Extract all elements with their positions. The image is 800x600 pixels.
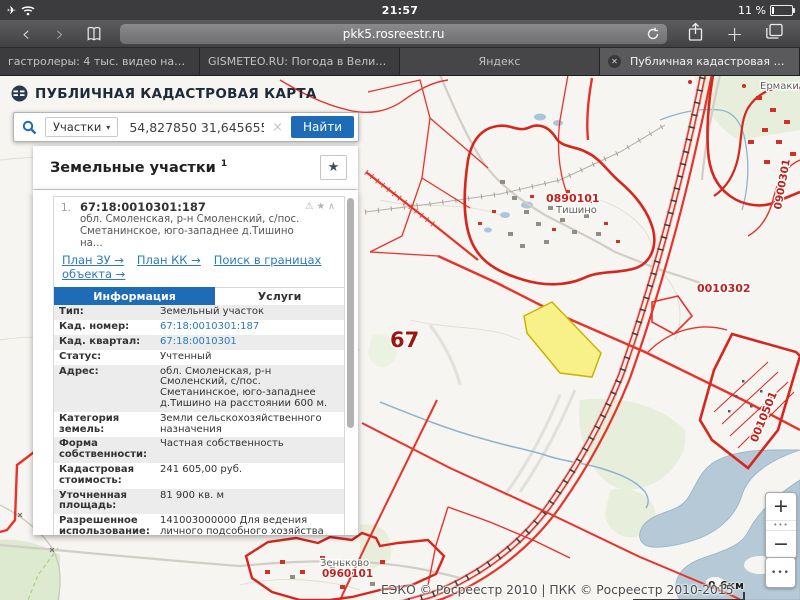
card-action-icons: ⚠★∧ <box>305 201 338 250</box>
tab-gismeteo[interactable]: GISMETEO.RU: Погода в Велиже н... <box>200 48 400 75</box>
back-button[interactable]: ‹ <box>16 22 36 46</box>
table-row: Тип:Земельный участок <box>54 305 344 320</box>
table-row: Форма собственности:Частная собственност… <box>54 437 344 463</box>
table-row: Статус:Учтенный <box>54 350 344 365</box>
zoom-out-button[interactable]: − <box>766 531 796 558</box>
page-content: 67 0890101 Тишино 0010302 0900301 001050… <box>0 75 800 600</box>
panel-title: Земельные участки 1 <box>50 159 320 176</box>
toolbar-right: + <box>687 22 784 46</box>
result-count: 1 <box>221 159 227 169</box>
tab-information[interactable]: Информация <box>54 287 215 305</box>
status-right: 11 % <box>738 0 793 20</box>
ellipsis-icon: ••• <box>771 568 790 578</box>
result-index: 1. <box>61 201 80 250</box>
table-row: Кадастровая стоимость:241 605,00 руб. <box>54 463 344 489</box>
plan-zu-link[interactable]: План ЗУ → <box>62 253 124 267</box>
battery-icon <box>770 5 793 16</box>
cad-quarter-link[interactable]: 67:18:0010301 <box>160 337 339 348</box>
warning-icon[interactable]: ⚠ <box>305 201 317 212</box>
attributes-table: Тип:Земельный участок Кад. номер:67:18:0… <box>54 305 344 535</box>
tab-yandex[interactable]: Яндекс <box>400 48 600 75</box>
results-panel: 1. 67:18:0010301:187 обл. Смоленская, р-… <box>33 190 358 535</box>
table-row: Уточненная площадь:81 900 кв. м <box>54 489 344 515</box>
detail-tabs: Информация Услуги <box>54 287 344 305</box>
parcel-address-line1: обл. Смоленская, р-н Смоленский, с/пос. <box>80 214 305 226</box>
url-bar[interactable]: pkk5.rosreestr.ru <box>120 24 667 44</box>
map-zoom-control: + ••• − <box>765 492 797 559</box>
table-row: Кад. квартал:67:18:0010301 <box>54 335 344 350</box>
quarter-label-0960101: 0960101 <box>322 568 373 580</box>
parcel-card-header: 1. 67:18:0010301:187 обл. Смоленская, р-… <box>54 197 344 251</box>
site-title: ПУБЛИЧНАЯ КАДАСТРОВАЯ КАРТА <box>35 86 317 102</box>
results-panel-header: Земельные участки 1 ★ <box>33 146 358 189</box>
parcel-card: 1. 67:18:0010301:187 обл. Смоленская, р-… <box>53 196 345 535</box>
site-header: ПУБЛИЧНАЯ КАДАСТРОВАЯ КАРТА <box>11 85 317 102</box>
clock: 21:57 <box>0 4 800 17</box>
url-text: pkk5.rosreestr.ru <box>343 27 445 41</box>
tab-services[interactable]: Услуги <box>215 287 344 305</box>
rosreestr-logo-icon <box>11 85 28 102</box>
tabs-overview-icon[interactable] <box>765 23 784 44</box>
table-row: Кад. номер:67:18:0010301:187 <box>54 320 344 335</box>
search-icon <box>22 120 37 135</box>
cadastral-number: 67:18:0010301:187 <box>80 201 305 214</box>
village-label-tishino: Тишино <box>555 205 597 216</box>
plan-kk-link[interactable]: План КК → <box>137 253 201 267</box>
ipad-screen: ✈ 21:57 11 % ‹ › pkk5.rosreestr.ru <box>0 0 800 600</box>
new-tab-button[interactable]: + <box>726 24 743 44</box>
favorite-button[interactable]: ★ <box>320 155 347 180</box>
quarter-label-0890101: 0890101 <box>546 192 600 205</box>
map-more-button[interactable]: ••• <box>765 557 796 588</box>
tab-cadastral-map[interactable]: ✕ Публичная кадастровая карта <box>600 48 800 75</box>
table-row: Категория земель:Земли сельскохозяйствен… <box>54 412 344 438</box>
find-button[interactable]: Найти <box>291 116 354 138</box>
collapse-icon[interactable]: ∧ <box>328 201 338 212</box>
cad-number-link[interactable]: 67:18:0010301:187 <box>160 322 339 333</box>
search-bar: Участки ▾ 54,827850 31,645655 × Найти <box>13 112 359 142</box>
clear-search-icon[interactable]: × <box>272 120 283 135</box>
reload-icon[interactable] <box>646 27 660 41</box>
share-icon[interactable] <box>687 22 704 46</box>
panel-scrollbar[interactable] <box>347 198 354 428</box>
star-small-icon[interactable]: ★ <box>317 201 329 212</box>
region-code-label: 67 <box>390 328 419 352</box>
parcel-address-line2: Сметанинское, юго-западнее д.Тишино на..… <box>80 226 305 250</box>
battery-percent: 11 % <box>738 4 766 17</box>
search-input[interactable]: 54,827850 31,645655 <box>118 120 264 135</box>
tab-gastrolery[interactable]: гастролеры: 4 тыс. видео найдено... <box>0 48 200 75</box>
zoom-in-button[interactable]: + <box>766 493 796 520</box>
zoom-dots-icon: ••• <box>766 520 796 531</box>
star-icon: ★ <box>328 160 340 175</box>
chevron-down-icon: ▾ <box>106 123 110 132</box>
close-tab-icon[interactable]: ✕ <box>608 55 621 68</box>
quarter-label-0010302: 0010302 <box>697 282 751 295</box>
bookmarks-icon[interactable] <box>86 26 102 42</box>
browser-toolbar: ‹ › pkk5.rosreestr.ru + <box>0 20 800 48</box>
table-row: Разрешенное использование:141003000000 Д… <box>54 514 344 535</box>
status-bar: ✈ 21:57 11 % <box>0 0 800 20</box>
parcel-links: План ЗУ →План КК →Поиск в границах объек… <box>54 251 344 286</box>
forward-button[interactable]: › <box>50 22 70 46</box>
village-label-ermaki: Ермаки <box>760 81 799 92</box>
table-row: Адрес:обл. Смоленская, р-н Смоленский, с… <box>54 365 344 412</box>
search-category-dropdown[interactable]: Участки ▾ <box>45 117 118 137</box>
map-attribution: ЕЭКО © Росреестр 2010 | ПКК © Росреестр … <box>381 583 734 597</box>
tab-bar: гастролеры: 4 тыс. видео найдено... GISM… <box>0 48 800 76</box>
